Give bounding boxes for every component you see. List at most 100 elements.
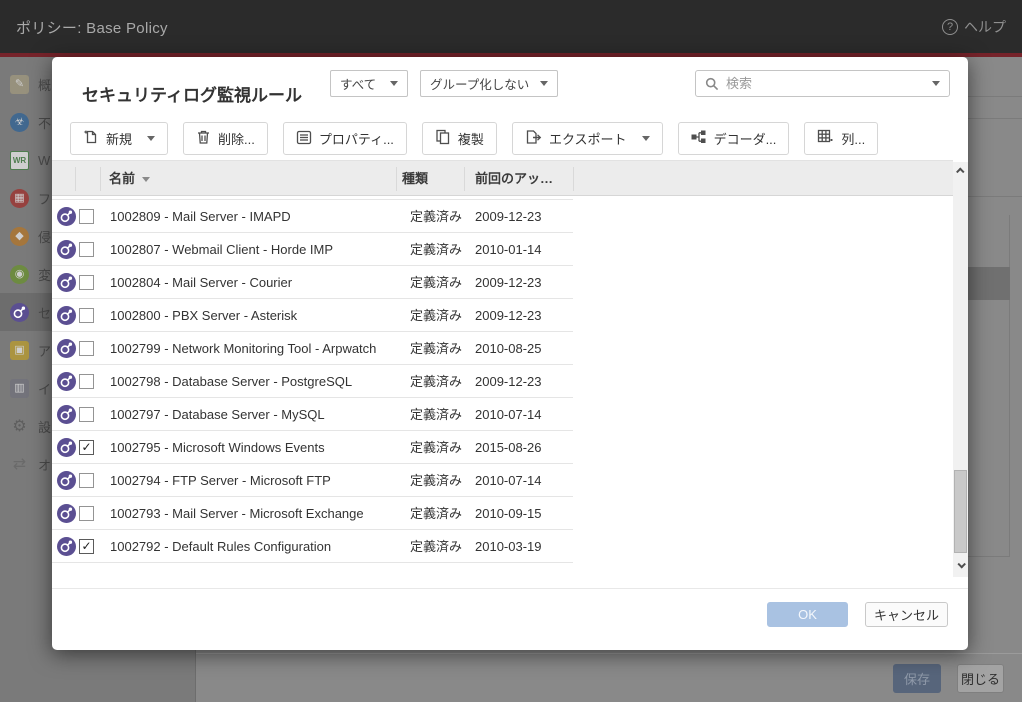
help-label: ヘルプ xyxy=(964,17,1006,37)
new-button[interactable]: 新規 xyxy=(70,122,168,155)
log-inspection-rule-icon xyxy=(57,306,76,325)
footer-divider xyxy=(195,653,1022,654)
log-inspection-rule-icon xyxy=(57,438,76,457)
row-checkbox[interactable] xyxy=(79,308,94,323)
row-checkbox[interactable] xyxy=(79,209,94,224)
rule-last-update: 2009-12-23 xyxy=(475,266,542,299)
rule-name: 1002799 - Network Monitoring Tool - Arpw… xyxy=(110,332,376,365)
grouping-dropdown[interactable]: グループ化しない xyxy=(420,70,558,97)
chevron-down-icon xyxy=(390,81,398,86)
properties-button[interactable]: プロパティ... xyxy=(283,122,407,155)
dialog-footer-divider xyxy=(52,588,968,589)
type-filter-value: すべて xyxy=(340,74,376,93)
row-checkbox[interactable] xyxy=(79,407,94,422)
vertical-scrollbar[interactable] xyxy=(953,162,968,577)
table-row[interactable]: ✓ 1002792 - Default Rules Configuration … xyxy=(52,530,953,563)
search-icon xyxy=(705,77,719,91)
scrollbar-thumb[interactable] xyxy=(954,470,967,553)
row-checkbox[interactable]: ✓ xyxy=(79,440,94,455)
row-checkbox[interactable] xyxy=(79,374,94,389)
rule-name: 1002794 - FTP Server - Microsoft FTP xyxy=(110,464,331,497)
scroll-up-arrow[interactable] xyxy=(953,162,968,180)
table-row[interactable]: 1002799 - Network Monitoring Tool - Arpw… xyxy=(52,332,953,365)
dialog-title: セキュリティログ監視ルール xyxy=(82,81,302,106)
table-row[interactable]: ✓ 1002795 - Microsoft Windows Events 定義済… xyxy=(52,431,953,464)
column-divider xyxy=(573,167,574,191)
rule-last-update: 2010-03-19 xyxy=(475,530,542,563)
table-row[interactable]: 1002804 - Mail Server - Courier 定義済み 200… xyxy=(52,266,953,299)
rule-type: 定義済み xyxy=(410,266,462,299)
table-row[interactable]: 1002809 - Mail Server - IMAPD 定義済み 2009-… xyxy=(52,200,953,233)
rule-name: 1002809 - Mail Server - IMAPD xyxy=(110,200,291,233)
export-button[interactable]: エクスポート xyxy=(512,122,663,155)
bg-line xyxy=(968,96,1022,97)
delete-button[interactable]: 削除... xyxy=(183,122,268,155)
table-header: 名前 種類 前回のアッ… xyxy=(52,160,953,196)
row-checkbox[interactable] xyxy=(79,242,94,257)
row-checkbox[interactable]: ✓ xyxy=(79,539,94,554)
table-row[interactable]: 1002793 - Mail Server - Microsoft Exchan… xyxy=(52,497,953,530)
new-icon xyxy=(83,129,99,148)
save-button[interactable]: 保存 xyxy=(893,664,941,693)
duplicate-icon xyxy=(435,129,451,148)
web-reputation-icon: WR xyxy=(10,151,29,170)
toolbar: 新規 削除... プロパティ... 複製 エクスポート デコーダ... 列... xyxy=(70,122,878,155)
columns-icon xyxy=(817,129,834,148)
help-link[interactable]: ? ヘルプ xyxy=(942,17,1006,37)
ok-button[interactable]: OK xyxy=(767,602,848,627)
bg-selected-row xyxy=(968,267,1010,300)
log-inspection-rule-icon xyxy=(57,273,76,292)
type-filter-dropdown[interactable]: すべて xyxy=(330,70,408,97)
grouping-value: グループ化しない xyxy=(430,74,529,93)
bg-line xyxy=(968,118,1022,119)
log-inspection-rule-icon xyxy=(57,372,76,391)
close-button[interactable]: 閉じる xyxy=(957,664,1004,693)
duplicate-button[interactable]: 複製 xyxy=(422,122,497,155)
rule-last-update: 2015-08-26 xyxy=(475,431,542,464)
top-bar: ポリシー: Base Policy ? ヘルプ xyxy=(0,0,1022,53)
rule-type: 定義済み xyxy=(410,530,462,563)
integrity-monitoring-icon: ◉ xyxy=(10,265,29,284)
rule-last-update: 2010-07-14 xyxy=(475,464,542,497)
rule-last-update: 2010-09-15 xyxy=(475,497,542,530)
decoder-button[interactable]: デコーダ... xyxy=(678,122,790,155)
sidebar-divider xyxy=(195,650,196,702)
rule-type: 定義済み xyxy=(410,464,462,497)
row-checkbox[interactable] xyxy=(79,275,94,290)
scroll-down-arrow[interactable] xyxy=(953,553,968,577)
anti-malware-icon: ☣ xyxy=(10,113,29,132)
table-row[interactable]: 1002794 - FTP Server - Microsoft FTP 定義済… xyxy=(52,464,953,497)
table-row[interactable]: 1002800 - PBX Server - Asterisk 定義済み 200… xyxy=(52,299,953,332)
row-checkbox[interactable] xyxy=(79,341,94,356)
cancel-button[interactable]: キャンセル xyxy=(865,602,948,627)
overview-icon: ✎ xyxy=(10,75,29,94)
rule-name: 1002797 - Database Server - MySQL xyxy=(110,398,325,431)
row-checkbox[interactable] xyxy=(79,473,94,488)
rule-name: 1002793 - Mail Server - Microsoft Exchan… xyxy=(110,497,364,530)
column-divider xyxy=(100,167,101,191)
column-divider xyxy=(396,167,397,191)
rule-type: 定義済み xyxy=(410,200,462,233)
sort-desc-icon xyxy=(142,177,150,182)
search-input[interactable] xyxy=(726,76,917,91)
column-header-last-update[interactable]: 前回のアッ… xyxy=(475,161,553,197)
table-row[interactable]: 1002797 - Database Server - MySQL 定義済み 2… xyxy=(52,398,953,431)
chevron-down-icon xyxy=(147,136,155,141)
column-header-name[interactable]: 名前 xyxy=(109,161,150,197)
row-checkbox[interactable] xyxy=(79,506,94,521)
log-inspection-rule-icon xyxy=(57,339,76,358)
search-options-caret[interactable] xyxy=(932,81,940,86)
rule-type: 定義済み xyxy=(410,332,462,365)
rule-name: 1002792 - Default Rules Configuration xyxy=(110,530,331,563)
table-body: 1002809 - Mail Server - IMAPD 定義済み 2009-… xyxy=(52,196,953,577)
table-row[interactable]: 1002798 - Database Server - PostgreSQL 定… xyxy=(52,365,953,398)
search-box xyxy=(695,70,950,97)
column-header-type[interactable]: 種類 xyxy=(402,161,428,197)
table-row[interactable]: 1002807 - Webmail Client - Horde IMP 定義済… xyxy=(52,233,953,266)
rule-name: 1002800 - PBX Server - Asterisk xyxy=(110,299,297,332)
column-divider xyxy=(464,167,465,191)
rule-type: 定義済み xyxy=(410,431,462,464)
export-icon xyxy=(525,129,542,148)
columns-button[interactable]: 列... xyxy=(804,122,878,155)
log-inspection-rule-icon xyxy=(57,471,76,490)
